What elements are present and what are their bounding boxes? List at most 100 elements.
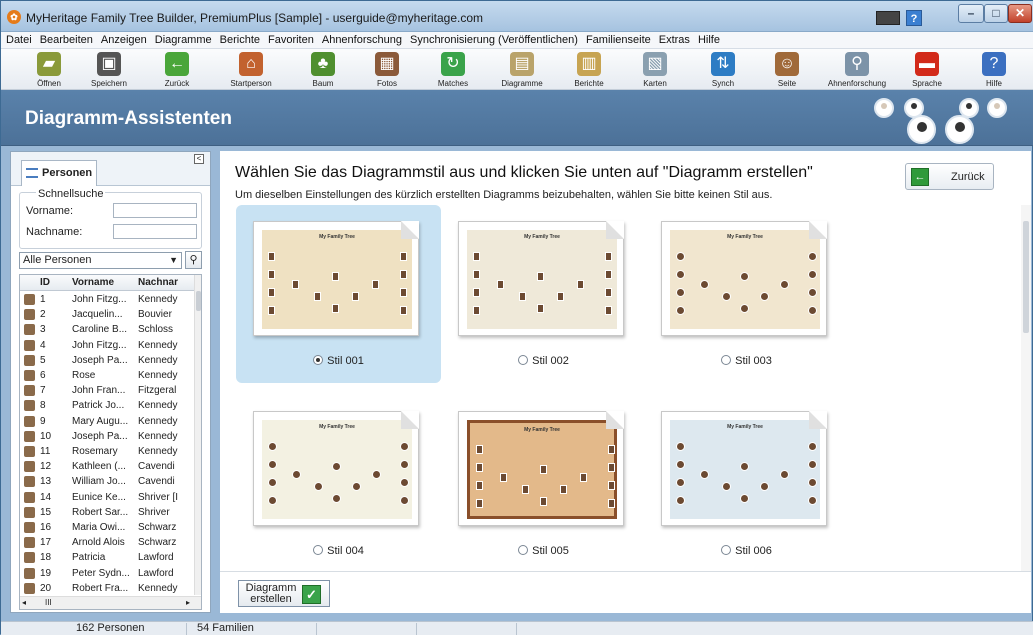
help-icon[interactable]: ?: [906, 10, 922, 26]
table-horizontal-scrollbar[interactable]: ◂ III ▸: [20, 596, 201, 609]
table-row[interactable]: 19 Peter Sydn... Lawford: [20, 566, 196, 581]
table-row[interactable]: 17 Arnold Alois Schwarz: [20, 535, 196, 550]
style-radio[interactable]: [313, 355, 324, 365]
style-thumbnail[interactable]: My Family Tree: [253, 411, 419, 526]
style-thumbnail[interactable]: My Family Tree: [661, 221, 827, 336]
style-card[interactable]: My Family Tree Stil 006: [644, 395, 849, 573]
style-radio[interactable]: [518, 545, 529, 555]
style-option[interactable]: Stil 003: [644, 355, 849, 367]
style-card[interactable]: My Family Tree Stil 003: [644, 205, 849, 383]
style-option[interactable]: Stil 001: [236, 355, 441, 367]
menu-familienseite[interactable]: Familienseite: [582, 32, 655, 49]
menu-hilfe[interactable]: Hilfe: [694, 32, 724, 49]
table-row[interactable]: 12 Kathleen (... Cavendi: [20, 459, 196, 474]
style-thumbnail[interactable]: My Family Tree: [661, 411, 827, 526]
style-option[interactable]: Stil 002: [441, 355, 646, 367]
table-row[interactable]: 14 Eunice Ke... Shriver [I: [20, 490, 196, 505]
menu-berichte[interactable]: Berichte: [216, 32, 264, 49]
scroll-right-icon[interactable]: ▸: [186, 598, 190, 607]
toolbar-tree-button[interactable]: ♣ Baum: [293, 51, 353, 89]
table-row[interactable]: 5 Joseph Pa... Kennedy: [20, 353, 196, 368]
collapse-panel-button[interactable]: <: [194, 154, 204, 164]
toolbar-language-flag-button[interactable]: ▬ Sprache: [897, 51, 957, 89]
style-option[interactable]: Stil 005: [441, 545, 646, 557]
column-header-first-name[interactable]: Vorname: [72, 277, 114, 288]
scroll-thumb[interactable]: [196, 291, 201, 311]
toolbar-reports-button[interactable]: ▥ Berichte: [559, 51, 619, 89]
toolbar-site-button[interactable]: ☺ Seite: [757, 51, 817, 89]
table-row[interactable]: 2 Jacquelin... Bouvier: [20, 307, 196, 322]
maximize-button[interactable]: □: [984, 4, 1008, 23]
table-row[interactable]: 15 Robert Sar... Shriver: [20, 505, 196, 520]
style-option[interactable]: Stil 004: [236, 545, 441, 557]
style-radio[interactable]: [518, 355, 529, 365]
style-radio[interactable]: [721, 355, 732, 365]
menu-datei[interactable]: Datei: [1, 32, 36, 49]
menu-favoriten[interactable]: Favoriten: [264, 32, 318, 49]
scroll-left-icon[interactable]: ◂: [22, 598, 26, 607]
first-name-input[interactable]: [113, 203, 197, 218]
page-subtitle: Um dieselben Einstellungen des kürzlich …: [235, 189, 773, 201]
menu-synchronisierung-veröffentlichen[interactable]: Synchronisierung (Veröffentlichen): [406, 32, 582, 49]
minimize-button[interactable]: –: [958, 4, 984, 23]
menu-ahnenforschung[interactable]: Ahnenforschung: [318, 32, 406, 49]
gallery-scrollbar[interactable]: [1021, 205, 1031, 571]
menu-anzeigen[interactable]: Anzeigen: [97, 32, 151, 49]
scroll-thumb[interactable]: [1023, 221, 1029, 333]
toolbar-sync-button[interactable]: ⇅ Synch: [693, 51, 753, 89]
table-row[interactable]: 9 Mary Augu... Kennedy: [20, 414, 196, 429]
keyboard-icon[interactable]: [876, 11, 900, 25]
table-row[interactable]: 11 Rosemary Kennedy: [20, 444, 196, 459]
table-row[interactable]: 7 John Fran... Fitzgeral: [20, 383, 196, 398]
toolbar-save-button[interactable]: ▣ Speichern: [79, 51, 139, 89]
style-card[interactable]: My Family Tree Stil 004: [236, 395, 441, 573]
toolbar-label: Zurück: [164, 79, 190, 88]
search-button[interactable]: ⚲: [185, 251, 202, 269]
menu-extras[interactable]: Extras: [655, 32, 694, 49]
person-filter-select[interactable]: Alle Personen ▼: [19, 252, 182, 269]
tab-persons[interactable]: Personen: [21, 160, 97, 186]
style-card[interactable]: My Family Tree Stil 002: [441, 205, 646, 383]
style-radio[interactable]: [313, 545, 324, 555]
table-row[interactable]: 4 John Fitzg... Kennedy: [20, 338, 196, 353]
table-row[interactable]: 16 Maria Owi... Schwarz: [20, 520, 196, 535]
close-button[interactable]: ✕: [1008, 4, 1032, 23]
style-option[interactable]: Stil 006: [644, 545, 849, 557]
table-row[interactable]: 13 William Jo... Cavendi: [20, 474, 196, 489]
toolbar-folder-button[interactable]: ▰ Öffnen: [19, 51, 79, 89]
table-row[interactable]: 1 John Fitzg... Kennedy: [20, 292, 196, 307]
style-card[interactable]: My Family Tree Stil 005: [441, 395, 646, 573]
table-row[interactable]: 6 Rose Kennedy: [20, 368, 196, 383]
toolbar-maps-button[interactable]: ▧ Karten: [625, 51, 685, 89]
menu-diagramme[interactable]: Diagramme: [151, 32, 216, 49]
column-header-id[interactable]: ID: [40, 277, 50, 288]
sync-icon: ⇅: [711, 52, 735, 76]
table-vertical-scrollbar[interactable]: [194, 275, 201, 595]
table-row[interactable]: 20 Robert Fra... Kennedy: [20, 581, 196, 596]
toolbar-research-button[interactable]: ⚲ Ahnenforschung: [827, 51, 887, 89]
back-button[interactable]: ← Zurück: [905, 163, 994, 190]
column-header-last-name[interactable]: Nachnar: [138, 277, 178, 288]
toolbar-charts-button[interactable]: ▤ Diagramme: [492, 51, 552, 89]
scroll-thumb-grip: III: [45, 598, 52, 607]
table-row[interactable]: 3 Caroline B... Schloss: [20, 322, 196, 337]
style-radio[interactable]: [721, 545, 732, 555]
table-row[interactable]: 10 Joseph Pa... Kennedy: [20, 429, 196, 444]
create-chart-button[interactable]: Diagramm erstellen ✓: [238, 580, 330, 607]
toolbar-home-button[interactable]: ⌂ Startperson: [221, 51, 281, 89]
style-thumbnail[interactable]: My Family Tree: [458, 221, 624, 336]
tree-node: [473, 288, 480, 297]
toolbar-help-button[interactable]: ? Hilfe: [964, 51, 1024, 89]
style-thumbnail[interactable]: My Family Tree: [253, 221, 419, 336]
toolbar-label: Berichte: [574, 79, 604, 88]
last-name-input[interactable]: [113, 224, 197, 239]
style-thumbnail[interactable]: My Family Tree: [458, 411, 624, 526]
toolbar-matches-button[interactable]: ↻ Matches: [423, 51, 483, 89]
table-row[interactable]: 8 Patrick Jo... Kennedy: [20, 398, 196, 413]
toolbar-photos-button[interactable]: ▦ Fotos: [357, 51, 417, 89]
menu-bearbeiten[interactable]: Bearbeiten: [36, 32, 97, 49]
person-icon: [24, 552, 35, 564]
table-row[interactable]: 18 Patricia Lawford: [20, 550, 196, 565]
style-card[interactable]: My Family Tree Stil 001: [236, 205, 441, 383]
toolbar-back-arrow-button[interactable]: ← Zurück: [147, 51, 207, 89]
